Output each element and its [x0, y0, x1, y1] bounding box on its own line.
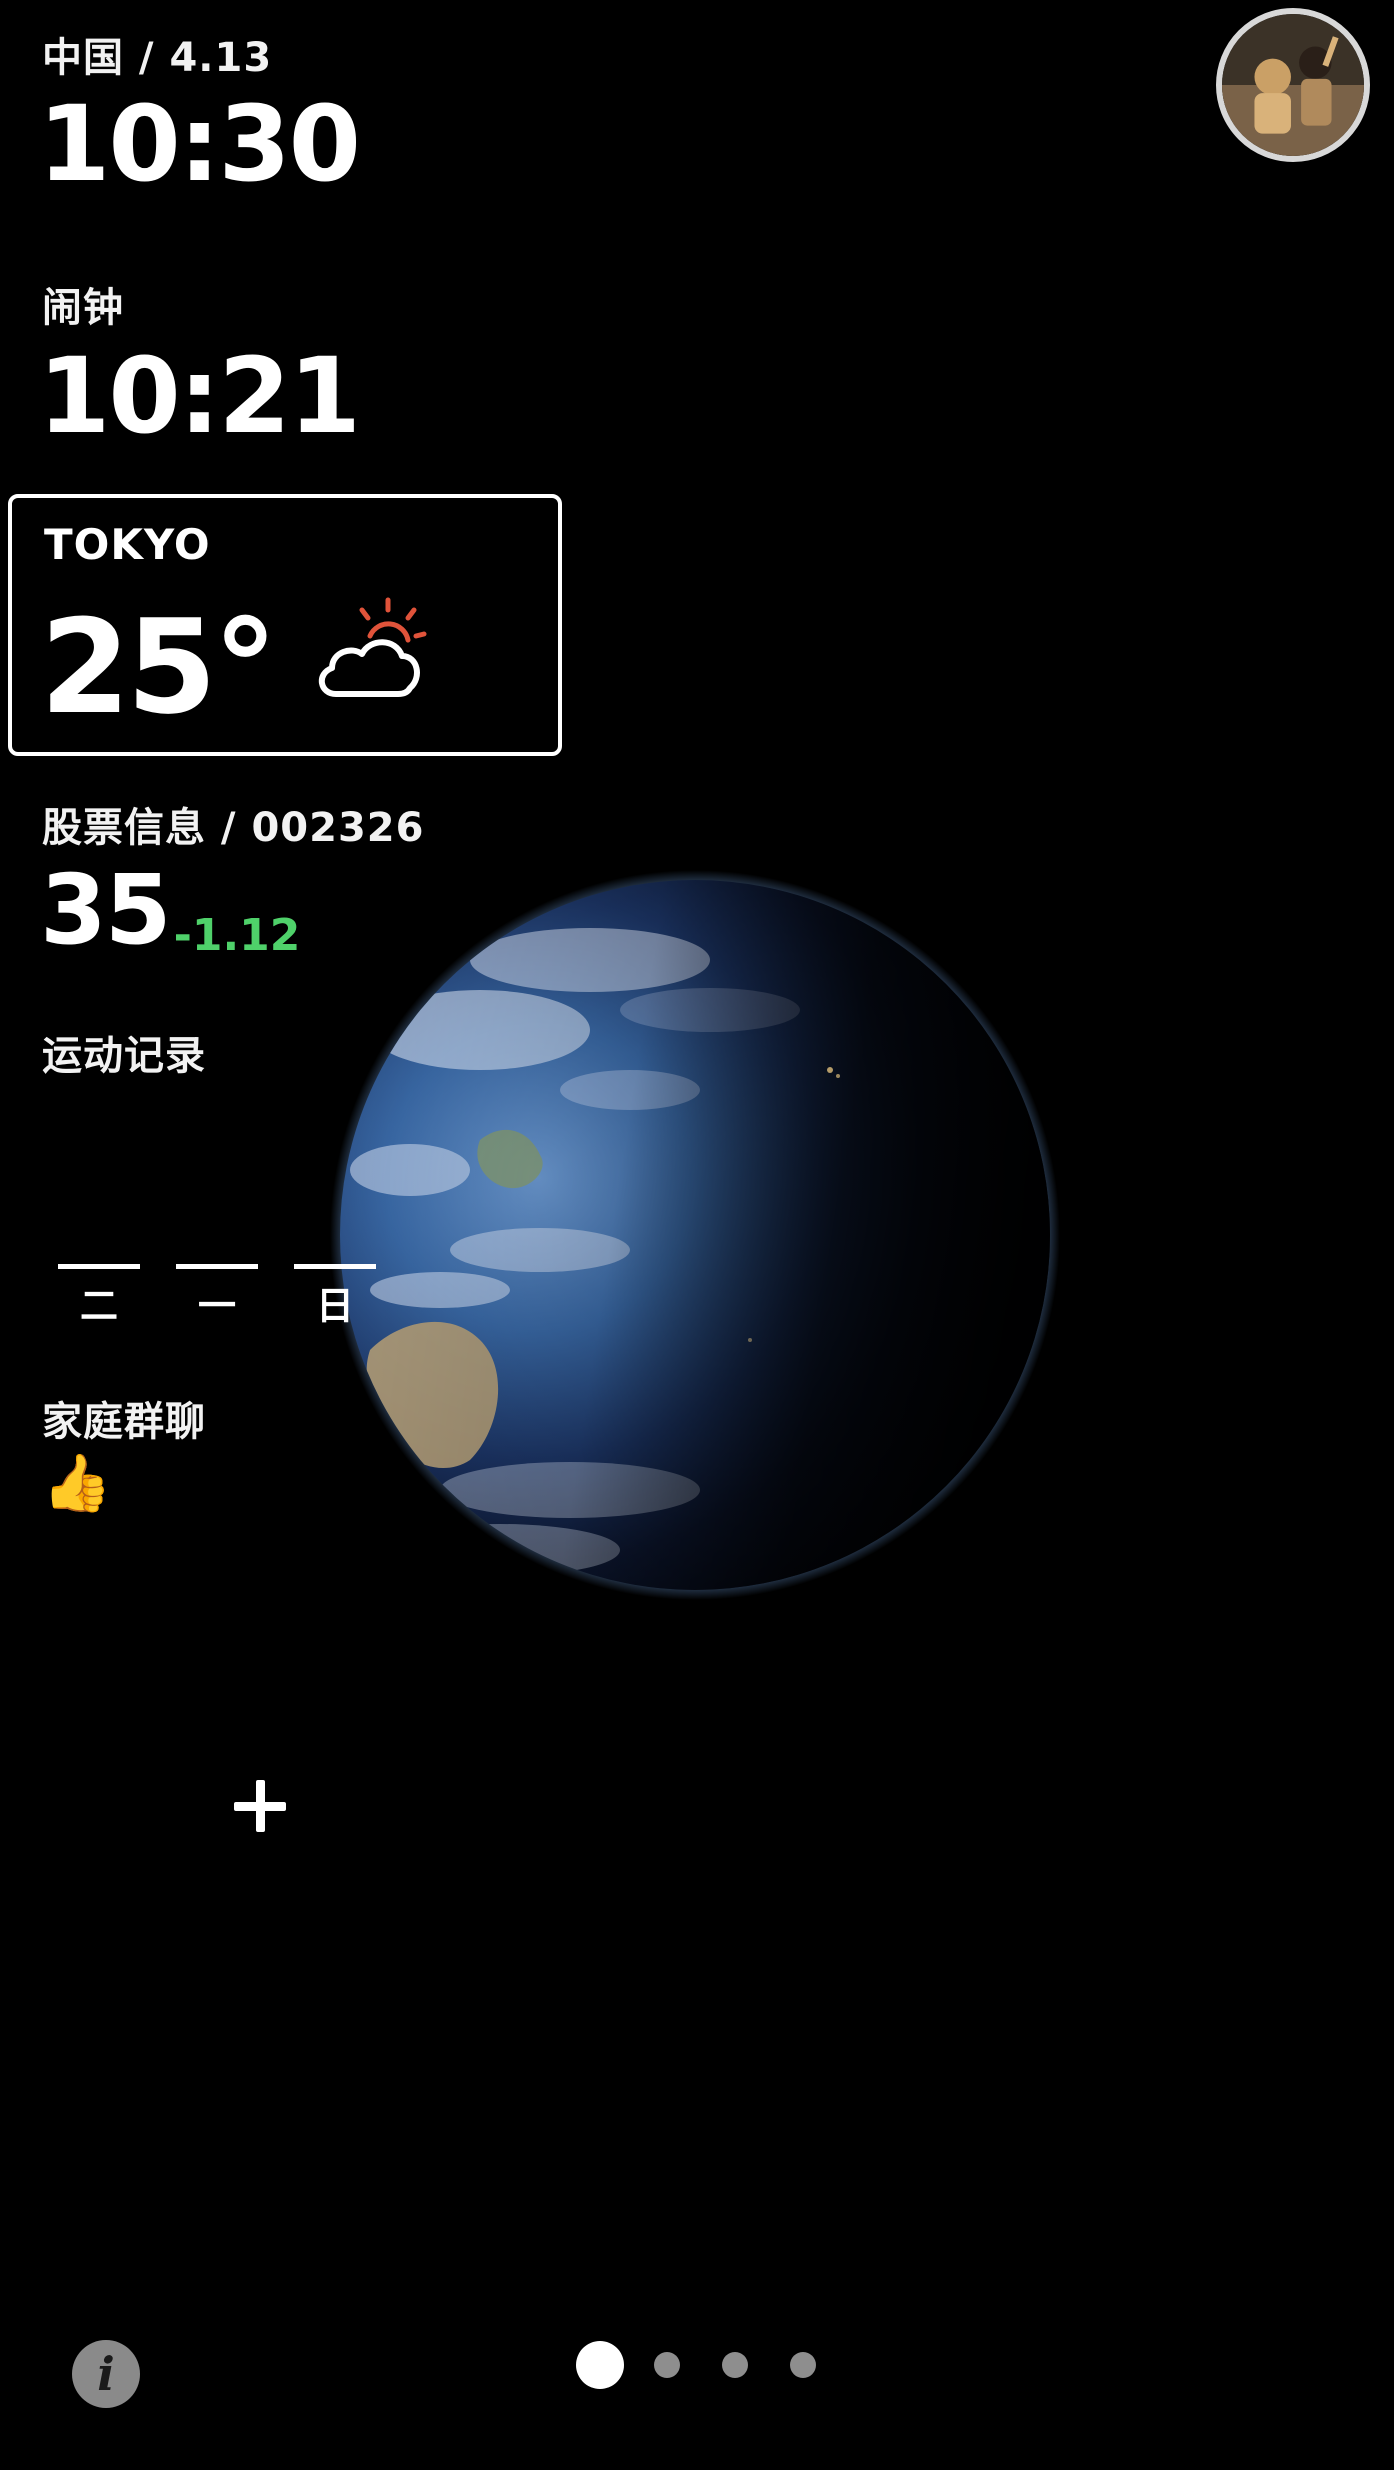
earth-image	[330, 870, 1060, 1600]
page-dot[interactable]	[722, 2352, 748, 2378]
chat-message[interactable]: 👍	[42, 1456, 112, 1512]
partly-sunny-icon	[312, 596, 432, 706]
exercise-bar	[176, 1264, 258, 1269]
stock-change: -1.12	[173, 910, 301, 961]
page-dot-active[interactable]	[576, 2341, 624, 2389]
page-dot[interactable]	[790, 2352, 816, 2378]
exercise-day-label: 一	[197, 1284, 236, 1328]
stock-label: 股票信息 / 002326	[42, 805, 425, 851]
alarm-label: 闹钟	[42, 285, 124, 331]
weather-temperature: 25°	[40, 591, 278, 743]
exercise-day-label: 日	[315, 1284, 354, 1328]
exercise-day: 日	[294, 1264, 376, 1325]
info-button[interactable]: i	[72, 2340, 140, 2408]
exercise-day-label: 二	[79, 1284, 118, 1328]
family-chat-label: 家庭群聊	[42, 1399, 206, 1445]
plus-icon[interactable]	[230, 1776, 290, 1836]
avatar[interactable]	[1216, 8, 1370, 162]
stock-widget[interactable]: 35 -1.12	[40, 862, 300, 958]
stock-price: 35	[40, 854, 172, 966]
clock-region-date: 中国 / 4.13	[42, 35, 273, 81]
exercise-day: 一	[176, 1264, 258, 1325]
exercise-day: 二	[58, 1264, 140, 1325]
weather-city: TOKYO	[44, 520, 211, 569]
exercise-bar	[58, 1264, 140, 1269]
exercise-bar	[294, 1264, 376, 1269]
page-indicator[interactable]	[576, 2340, 816, 2390]
page-dot[interactable]	[654, 2352, 680, 2378]
clock-time: 10:30	[38, 83, 361, 205]
exercise-label: 运动记录	[42, 1033, 206, 1079]
weather-widget[interactable]: TOKYO 25°	[8, 494, 562, 756]
alarm-time[interactable]: 10:21	[38, 344, 361, 448]
